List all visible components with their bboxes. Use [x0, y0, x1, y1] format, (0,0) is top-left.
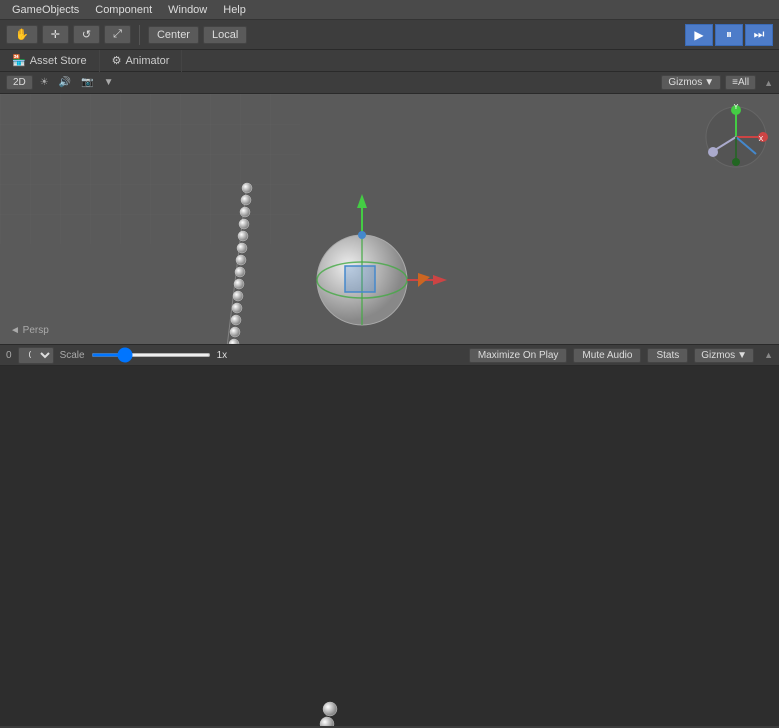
scale-slider[interactable]	[91, 353, 211, 357]
menu-gameobject[interactable]: GameObjects	[4, 2, 87, 18]
main-content: 2D ☀ 🔊 📷 ▼ Gizmos ▼ ≡All ▲	[0, 72, 779, 726]
maximize-on-play-btn[interactable]: Maximize On Play	[469, 348, 568, 363]
scale-value: 1x	[217, 350, 228, 361]
all-dropdown[interactable]: ≡All	[725, 75, 756, 90]
svg-text:Y: Y	[734, 104, 739, 111]
pause-button[interactable]: ⏸	[715, 24, 743, 46]
toolbar-sep-1	[139, 25, 140, 45]
game-topbar: 0 0 Scale 1x Maximize On Play Mute Audio…	[0, 344, 779, 366]
asset-store-label: Asset Store	[30, 55, 87, 67]
gizmos-label: Gizmos	[668, 77, 702, 88]
persp-label: ◄ Persp	[10, 325, 49, 336]
2d-btn[interactable]: 2D	[6, 75, 33, 90]
menubar: GameObjects Component Window Help	[0, 0, 779, 20]
game-view-content	[0, 366, 779, 726]
animator-icon: ⚙	[112, 54, 122, 67]
game-gizmos-label: Gizmos	[701, 350, 735, 361]
gizmo-widget: X Y	[701, 102, 771, 172]
camera-icon-btn[interactable]: 📷	[78, 76, 96, 89]
play-controls: ▶ ⏸ ⏭	[685, 24, 773, 46]
stats-btn[interactable]: Stats	[647, 348, 688, 363]
animator-label: Animator	[125, 55, 169, 67]
local-btn[interactable]: Local	[203, 26, 247, 44]
scene-view: ◄ Persp X Y	[0, 94, 779, 344]
scene-extra-btn[interactable]: ▼	[101, 76, 117, 89]
layer-select[interactable]: 0	[18, 347, 54, 364]
asset-store-icon: 🏪	[12, 54, 26, 67]
sun-icon-btn[interactable]: ☀	[37, 76, 52, 89]
menu-window[interactable]: Window	[160, 2, 215, 18]
scene-toolbar: 2D ☀ 🔊 📷 ▼ Gizmos ▼ ≡All ▲	[0, 72, 779, 94]
sphere-chain-scene	[0, 94, 779, 344]
scale-label: Scale	[60, 350, 85, 361]
layer-label: 0	[6, 350, 12, 361]
svg-text:X: X	[759, 136, 764, 143]
mute-audio-btn[interactable]: Mute Audio	[573, 348, 641, 363]
move-tool-btn[interactable]: ✛	[42, 25, 69, 44]
game-view	[0, 366, 779, 726]
scale-tool-btn[interactable]: ⤢	[104, 25, 131, 44]
rotate-tool-btn[interactable]: ↺	[73, 25, 100, 44]
all-label: ≡All	[732, 77, 749, 88]
gizmos-arrow-icon: ▼	[704, 77, 714, 88]
menu-component[interactable]: Component	[87, 2, 160, 18]
hand-tool-btn[interactable]: ✋	[6, 25, 38, 44]
audio-icon-btn[interactable]: 🔊	[56, 76, 74, 89]
game-gizmos-arrow-icon: ▼	[737, 350, 747, 361]
game-gizmos-dropdown[interactable]: Gizmos ▼	[694, 348, 754, 363]
tab-animator[interactable]: ⚙ Animator	[100, 50, 183, 72]
gizmos-dropdown[interactable]: Gizmos ▼	[661, 75, 721, 90]
menu-help[interactable]: Help	[215, 2, 254, 18]
step-button[interactable]: ⏭	[745, 24, 773, 46]
play-button[interactable]: ▶	[685, 24, 713, 46]
tabs-bar: 🏪 Asset Store ⚙ Animator	[0, 50, 779, 72]
game-collapse-btn[interactable]: ▲	[764, 350, 773, 360]
center-btn[interactable]: Center	[148, 26, 199, 44]
scene-collapse-btn[interactable]: ▲	[764, 78, 773, 88]
toolbar: ✋ ✛ ↺ ⤢ Center Local ▶ ⏸ ⏭	[0, 20, 779, 50]
tab-asset-store[interactable]: 🏪 Asset Store	[0, 50, 100, 72]
